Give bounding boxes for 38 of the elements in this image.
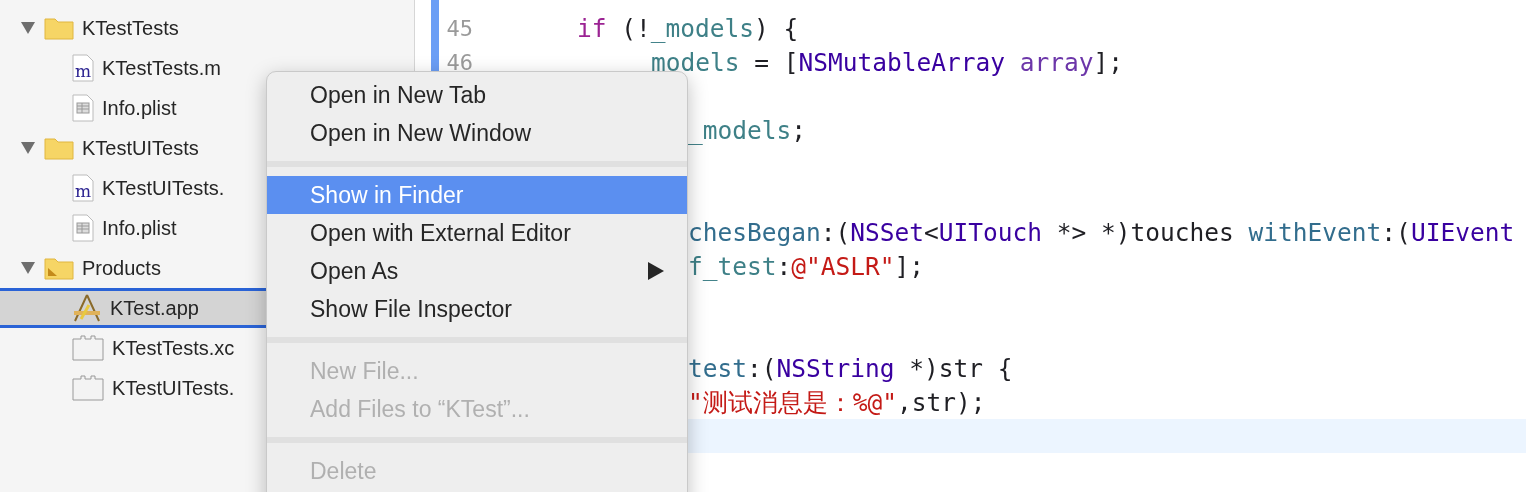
navigator-row[interactable]: KTestTests [0, 8, 414, 48]
file-name: KTestUITests [82, 136, 199, 160]
code-line: if (!_models) { [577, 13, 799, 43]
source-file-icon: m [72, 54, 94, 82]
file-name: KTestUITests. [102, 176, 225, 200]
line-number: 46 [445, 49, 474, 75]
file-name: KTestTests [82, 16, 179, 40]
code-line: f_test:@"ASLR"]; [688, 251, 925, 281]
app-icon [72, 293, 102, 323]
code-line: models = [NSMutableArray array]; [651, 47, 1124, 77]
source-file-icon: m [72, 174, 94, 202]
file-name: KTestUITests. [112, 376, 235, 400]
file-name: KTestTests.m [102, 56, 221, 80]
menu-item[interactable]: Open in New Window [267, 114, 687, 152]
folder-icon [44, 16, 74, 40]
file-name: Info.plist [102, 216, 177, 240]
file-name: KTestTests.xc [112, 336, 235, 360]
line-number: 45 [445, 15, 474, 41]
plist-file-icon [72, 94, 94, 122]
menu-item[interactable]: Open As [267, 252, 687, 290]
file-name: Info.plist [102, 96, 177, 120]
code-line: "测试消息是：%@",str); [688, 386, 986, 419]
bundle-icon [72, 375, 104, 401]
folder-icon [44, 256, 74, 280]
file-name: Products [82, 256, 161, 280]
file-name: KTest.app [110, 296, 199, 320]
menu-item[interactable]: Open with External Editor [267, 214, 687, 252]
menu-item[interactable]: Open in New Tab [267, 76, 687, 114]
disclosure-triangle-icon[interactable] [20, 21, 36, 35]
code-line: test:(NSString *)str { [688, 353, 1013, 383]
plist-file-icon [72, 214, 94, 242]
code-line: _models; [688, 115, 807, 145]
disclosure-triangle-icon[interactable] [20, 261, 36, 275]
bundle-icon [72, 335, 104, 361]
disclosure-triangle-icon[interactable] [20, 141, 36, 155]
folder-icon [44, 136, 74, 160]
code-line: chesBegan:(NSSet<UITouch *> *)touches withEvent:(UIEvent [688, 217, 1515, 247]
submenu-arrow-icon [647, 261, 665, 281]
